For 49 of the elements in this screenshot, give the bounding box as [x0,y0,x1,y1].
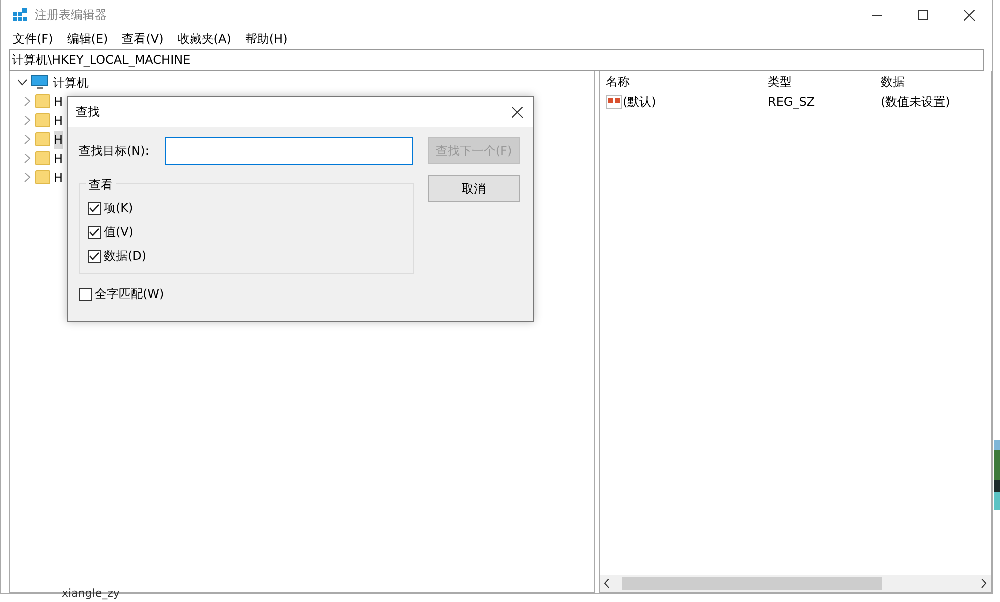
folder-icon [35,113,51,128]
computer-icon [31,75,49,90]
checkbox[interactable] [88,250,101,262]
checkbox[interactable] [79,288,92,300]
checkbox-label: 项(K) [104,200,134,217]
dialog-close-button[interactable] [512,106,523,118]
folder-icon [35,151,51,166]
address-bar[interactable]: 计算机\HKEY_LOCAL_MACHINE [9,49,984,71]
folder-icon [35,132,51,147]
column-header[interactable]: 数据 [875,72,991,90]
maximize-icon [918,10,928,20]
username: xiangle_zy [62,587,120,600]
column-header[interactable]: 名称 [600,72,762,90]
tree-item[interactable]: H [54,168,64,186]
folder-icon [35,94,51,109]
checkbox-label: 数据(D) [104,248,147,265]
menu-item[interactable]: 编辑(E) [67,30,108,48]
checkbox[interactable] [88,202,101,214]
menu-item[interactable]: 文件(F) [13,30,54,48]
value-type: REG_SZ [767,94,816,111]
menu-item[interactable]: 查看(V) [122,30,164,48]
app-icon [13,8,27,22]
value-data: (数值未设置) [880,94,952,111]
minimize-icon [872,14,882,16]
scroll-right-icon [981,579,987,588]
scrollbar-thumb[interactable] [622,577,882,590]
close-icon [512,106,523,118]
scroll-left-icon [604,579,610,588]
find-input[interactable] [165,137,413,165]
close-icon [964,10,974,20]
checkbox-label: 值(V) [104,224,134,241]
menu-item[interactable]: 帮助(H) [245,30,288,48]
tree-item[interactable]: 计算机 [53,74,89,92]
string-value-icon [606,95,622,109]
tree-item[interactable]: H [54,130,64,148]
value-name[interactable]: (默认) [622,93,656,111]
column-header[interactable]: 类型 [762,72,875,90]
folder-icon [35,170,51,185]
cancel-button[interactable]: 取消 [428,175,520,202]
tree-item[interactable]: H [54,112,64,130]
tree-item[interactable]: H [54,92,64,110]
tree-item[interactable]: H [54,150,64,168]
checkbox[interactable] [88,226,101,238]
find-label: 查找目标(N): [79,143,150,160]
menu-item[interactable]: 收藏夹(A) [178,30,232,48]
horizontal-scrollbar[interactable] [600,575,991,592]
dialog-title: 查找 [76,104,100,121]
window-title: 注册表编辑器 [35,7,107,24]
checkbox-label: 全字匹配(W) [95,286,164,303]
